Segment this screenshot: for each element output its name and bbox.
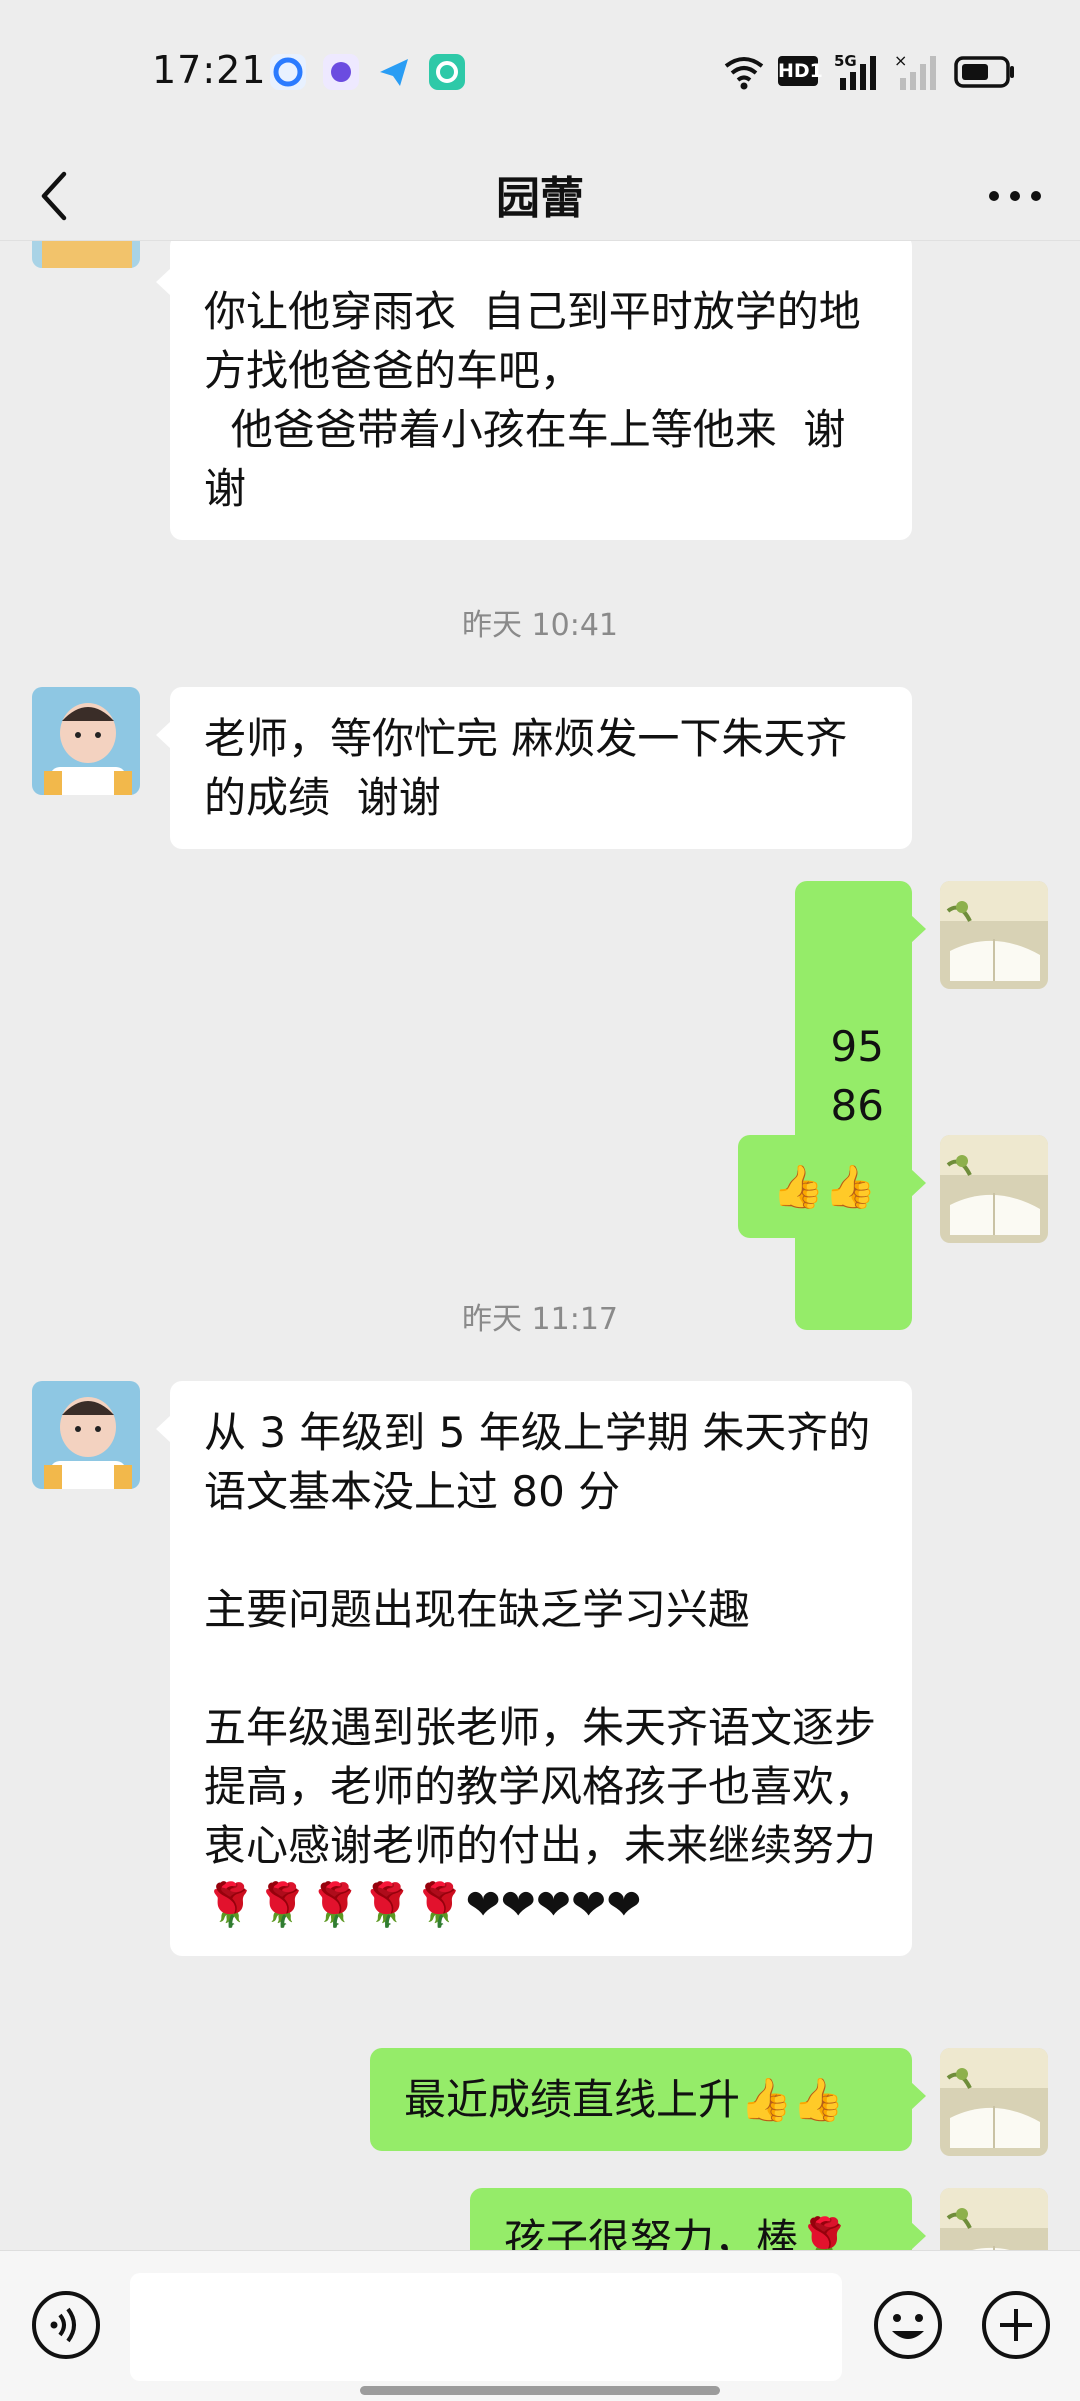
my-avatar[interactable] [940, 1135, 1048, 1243]
my-avatar[interactable] [940, 2188, 1048, 2250]
more-dots-icon [989, 191, 1041, 201]
my-avatar[interactable] [940, 2048, 1048, 2156]
signal-2-icon: × [894, 52, 936, 90]
contact-avatar[interactable] [32, 240, 140, 268]
home-indicator[interactable] [360, 2386, 720, 2395]
message-list[interactable]: 你让他穿雨衣 自己到平时放学的地方找他爸爸的车吧， 他爸爸带着小孩在车上等他来 … [0, 240, 1080, 2250]
more-button[interactable] [980, 160, 1050, 220]
status-time: 17:21 [152, 48, 267, 92]
chat-header: 园蕾 [0, 140, 1080, 241]
hd-icon: HD1 [778, 56, 823, 86]
status-bar: 17:21 HD1 5G × [0, 0, 1080, 140]
my-avatar[interactable] [940, 881, 1048, 989]
emoji-icon[interactable] [872, 2289, 944, 2361]
message-bubble-sent[interactable]: 👍👍 [738, 1135, 926, 1238]
telegram-notification-icon [376, 54, 412, 90]
signal-icon: 5G [834, 52, 882, 92]
message-bubble-sent[interactable]: 最近成绩直线上升👍👍 [370, 2048, 926, 2151]
svg-text:×: × [894, 52, 907, 70]
wifi-icon [724, 57, 764, 90]
message-input[interactable] [130, 2273, 842, 2381]
message-bubble[interactable]: 你让他穿雨衣 自己到平时放学的地方找他爸爸的车吧， 他爸爸带着小孩在车上等他来 … [156, 240, 912, 540]
plus-icon[interactable] [980, 2289, 1052, 2361]
contact-avatar[interactable] [32, 1381, 140, 1489]
score-line: 95 [830, 1022, 884, 1071]
chat-notification-icon [429, 54, 465, 90]
chat-title: 园蕾 [496, 173, 584, 224]
input-bar [0, 2250, 1080, 2401]
timestamp: 昨天 10:41 [462, 608, 618, 643]
message-bubble-sent[interactable]: 孩子很努力，棒🌹 [470, 2188, 926, 2250]
app-notification-icon [323, 54, 359, 90]
voice-icon[interactable] [30, 2289, 102, 2361]
message-bubble[interactable]: 老师，等你忙完 麻烦发一下朱天齐的成绩 谢谢 [156, 687, 912, 849]
message-bubble[interactable]: 从 3 年级到 5 年级上学期 朱天齐的语文基本没上过 80 分 主要问题出现在… [156, 1381, 912, 1956]
score-line: 86 [830, 1081, 884, 1130]
timestamp: 昨天 11:17 [462, 1302, 618, 1337]
message-bubble-sent[interactable]: 958695 [795, 881, 926, 1330]
contact-avatar[interactable] [32, 687, 140, 795]
battery-icon [954, 56, 1014, 88]
browser-notification-icon [270, 54, 306, 90]
